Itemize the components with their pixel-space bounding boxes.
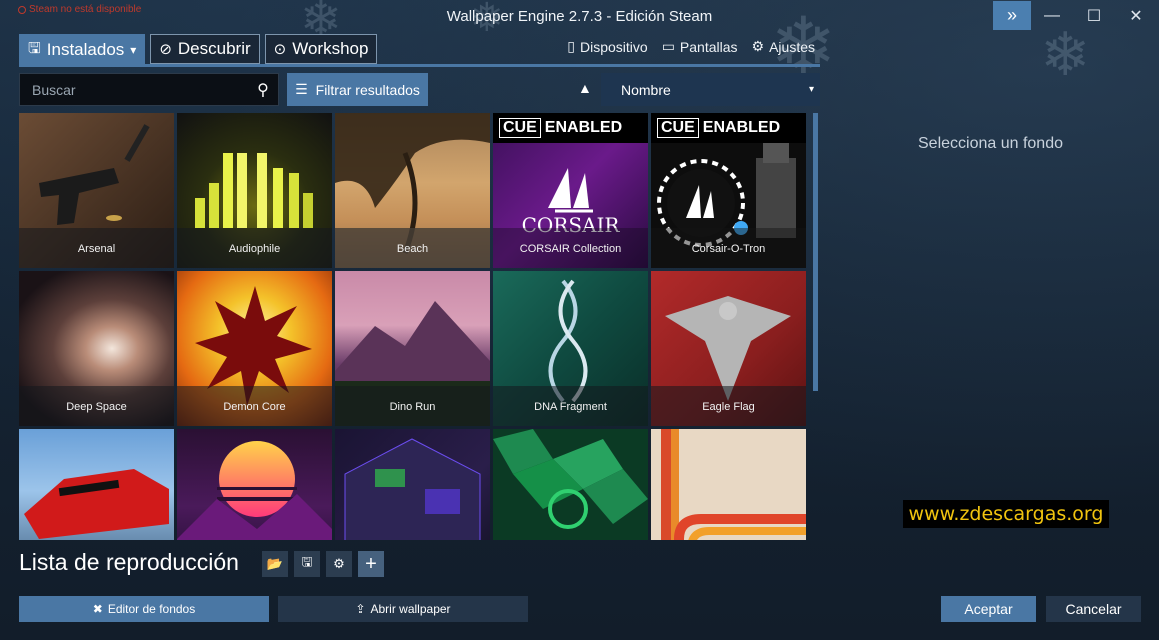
search-box: ⚲ — [19, 73, 279, 106]
wallpaper-title: Dino Run — [335, 386, 490, 426]
gaming-room-thumbnail — [344, 438, 481, 540]
wallpaper-tile[interactable]: DNA Fragment — [493, 271, 648, 426]
floppy-icon: 🖫 — [28, 39, 41, 57]
retro-stripes-thumbnail — [661, 429, 806, 540]
device-label: Dispositivo — [579, 38, 648, 55]
upload-icon: ⇪ — [355, 602, 366, 616]
tab-label: Workshop — [292, 39, 369, 58]
chevron-down-icon: ▾ — [130, 43, 137, 57]
wallpaper-tile[interactable]: Eagle Flag — [651, 271, 806, 426]
wallpaper-tile[interactable] — [493, 429, 648, 540]
wallpaper-tile[interactable]: Deep Space — [19, 271, 174, 426]
wallpaper-grid: Arsenal Audiophile Beach CUE ENABLED COR… — [19, 113, 807, 540]
open-wallpaper-label: Abrir wallpaper — [370, 602, 451, 616]
monitor-icon: ▭ — [661, 38, 675, 54]
window-title: Wallpaper Engine 2.7.3 - Edición Steam — [446, 8, 713, 25]
playlist-load-button[interactable]: 📂 — [262, 551, 288, 577]
retro-sun-thumbnail — [177, 441, 332, 540]
filter-label: Filtrar resultados — [315, 81, 420, 98]
grid-scrollbar[interactable] — [813, 113, 818, 391]
wallpaper-tile[interactable] — [19, 429, 174, 540]
tools-icon: ✖ — [92, 602, 103, 616]
title-bar: Steam no está disponible Wallpaper Engin… — [0, 0, 1159, 34]
close-icon: ✕ — [1129, 8, 1143, 25]
wallpaper-tile[interactable]: Beach — [335, 113, 490, 268]
watermark: www.zdescargas.org — [903, 500, 1109, 528]
accept-button[interactable]: Aceptar — [941, 596, 1036, 622]
wallpaper-title: Eagle Flag — [651, 386, 806, 426]
razer-thumbnail — [493, 429, 648, 529]
sort-direction-button[interactable]: ▲ — [578, 80, 592, 96]
wallpaper-tile[interactable] — [335, 429, 490, 540]
folder-icon: 📂 — [266, 556, 284, 571]
tab-instalados[interactable]: 🖫 Instalados ▾ — [19, 34, 146, 66]
search-icon[interactable]: ⚲ — [248, 80, 278, 100]
settings-label: Ajustes — [769, 38, 815, 55]
sports-car-thumbnail — [24, 469, 169, 539]
select-wallpaper-prompt: Selecciona un fondo — [918, 135, 1063, 152]
wallpaper-title: CORSAIR Collection — [493, 228, 648, 268]
open-wallpaper-button[interactable]: ⇪ Abrir wallpaper — [278, 596, 528, 622]
steam-icon: ⊙ — [273, 41, 287, 58]
cancel-button[interactable]: Cancelar — [1046, 596, 1141, 622]
main-tabs: 🖫 Instalados ▾ ⊘ Descubrir ⊙ Workshop — [19, 34, 378, 66]
compass-icon: ⊘ — [159, 41, 172, 58]
wallpaper-editor-button[interactable]: ✖ Editor de fondos — [19, 596, 269, 622]
sort-selected-value: Nombre — [621, 81, 671, 98]
displays-button[interactable]: ▭ Pantallas — [662, 38, 738, 55]
wallpaper-title: Beach — [335, 228, 490, 268]
wallpaper-title: DNA Fragment — [493, 386, 648, 426]
wallpaper-tile[interactable]: CUE ENABLED CORSAIR CORSAIR Collection — [493, 113, 648, 268]
wallpaper-tile[interactable]: Arsenal — [19, 113, 174, 268]
tab-underline — [19, 64, 820, 67]
wallpaper-tile[interactable]: Dino Run — [335, 271, 490, 426]
tab-label: Instalados — [46, 40, 125, 59]
wallpaper-title: Arsenal — [19, 228, 174, 268]
wallpaper-tile[interactable]: Audiophile — [177, 113, 332, 268]
top-actions: ▯ Dispositivo ▭ Pantallas ⚙ Ajustes — [567, 38, 815, 55]
search-input[interactable] — [20, 81, 248, 98]
gear-icon: ⚙ — [751, 38, 765, 54]
minimize-icon: — — [1044, 7, 1060, 24]
wallpaper-tile[interactable]: Demon Core — [177, 271, 332, 426]
settings-button[interactable]: ⚙ Ajustes — [752, 38, 815, 55]
tab-descubrir[interactable]: ⊘ Descubrir — [150, 34, 260, 64]
tab-workshop[interactable]: ⊙ Workshop — [264, 34, 378, 64]
chevron-down-icon: ▾ — [808, 84, 814, 95]
phone-icon: ▯ — [567, 38, 575, 54]
wallpaper-tile[interactable] — [651, 429, 806, 540]
double-chevron-icon: » — [1006, 5, 1017, 25]
expand-panel-button[interactable]: » — [993, 1, 1031, 30]
tab-label: Descubrir — [177, 39, 251, 58]
close-button[interactable]: ✕ — [1116, 4, 1156, 28]
wallpaper-editor-label: Editor de fondos — [107, 602, 196, 616]
minimize-button[interactable]: — — [1032, 4, 1072, 28]
wallpaper-title: Corsair-O-Tron — [651, 228, 806, 268]
wallpaper-title: Demon Core — [177, 386, 332, 426]
filter-list-icon: ☰ — [295, 81, 308, 97]
filter-results-button[interactable]: ☰ Filtrar resultados — [287, 73, 428, 106]
wallpaper-title: Deep Space — [19, 386, 174, 426]
settings-icon: ⚙ — [333, 556, 345, 571]
device-button[interactable]: ▯ Dispositivo — [567, 38, 647, 55]
maximize-button[interactable]: ☐ — [1074, 4, 1114, 28]
playlist-title: Lista de reproducción — [19, 549, 239, 575]
sort-select[interactable]: Nombre ▾ — [601, 73, 820, 106]
plus-icon: + — [365, 552, 377, 575]
playlist-save-button[interactable]: 🖫 — [294, 551, 320, 577]
wallpaper-title: Audiophile — [177, 228, 332, 268]
wallpaper-tile[interactable] — [177, 429, 332, 540]
playlist-add-button[interactable]: + — [358, 551, 384, 577]
playlist-settings-button[interactable]: ⚙ — [326, 551, 352, 577]
maximize-icon: ☐ — [1086, 8, 1102, 25]
displays-label: Pantallas — [679, 38, 738, 55]
save-icon: 🖫 — [301, 554, 313, 569]
wallpaper-tile[interactable]: CUE ENABLED Corsair-O-Tron — [651, 113, 806, 268]
